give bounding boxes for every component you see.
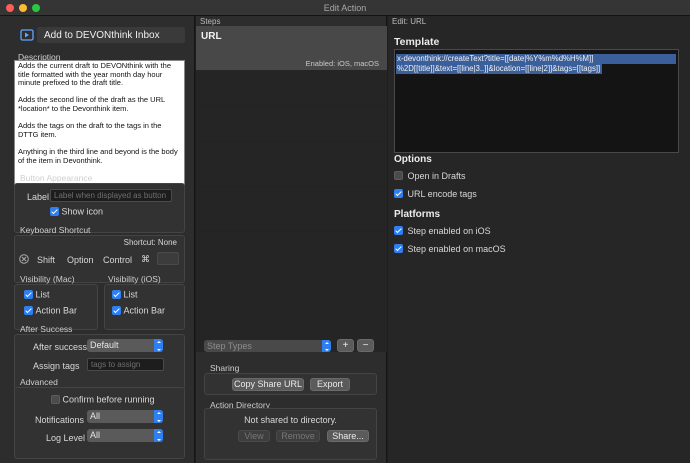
advanced-label: Advanced — [20, 377, 58, 387]
remove-directory-button[interactable]: Remove — [276, 430, 320, 442]
action-settings-panel: Add to DEVONthink Inbox Description Adds… — [0, 16, 195, 463]
description-text: Adds the current draft to DEVONthink wit… — [18, 61, 178, 165]
command-modifier[interactable]: ⌘ — [141, 254, 150, 265]
editor-header: Edit: URL — [392, 17, 427, 26]
after-success-select[interactable]: Default — [87, 339, 163, 352]
steps-panel: Steps URL Enabled: iOS, macOS Step Types… — [196, 16, 387, 463]
log-level-value: All — [90, 430, 101, 440]
view-button[interactable]: View — [238, 430, 270, 442]
log-level-chevron-icon — [154, 429, 163, 442]
template-line-2: %2D[[title]]&text=[[line|3..]]&location=… — [396, 64, 603, 74]
button-appearance-label: Button Appearance — [20, 173, 93, 183]
show-icon-label: Show icon — [61, 206, 104, 217]
control-modifier[interactable]: Control — [103, 255, 132, 265]
ios-list-label: List — [123, 289, 138, 300]
step-editor-panel: Edit: URL Template x-devonthink://create… — [388, 16, 690, 463]
action-name: Add to DEVONthink Inbox — [44, 30, 160, 41]
notifications-select[interactable]: All — [87, 410, 163, 423]
visibility-ios-label: Visibility (iOS) — [108, 274, 161, 284]
step-item[interactable]: URL Enabled: iOS, macOS — [196, 26, 387, 70]
assign-tags-placeholder: tags to assign — [91, 360, 141, 369]
show-icon-check[interactable] — [50, 207, 59, 217]
remove-step-button[interactable]: − — [357, 339, 374, 352]
confirm-before-running-label: Confirm before running — [62, 394, 155, 405]
ios-action-bar-label: Action Bar — [123, 305, 166, 316]
step-macos-label: Step enabled on macOS — [407, 243, 506, 254]
empty-step-row — [196, 187, 387, 232]
platforms-label: Platforms — [394, 209, 441, 220]
log-level-select[interactable]: All — [87, 429, 163, 442]
steps-header: Steps — [200, 17, 221, 26]
copy-share-url-button[interactable]: Copy Share URL — [232, 378, 304, 391]
log-level-caption: Log Level — [46, 433, 86, 443]
step-types-select[interactable]: Step Types — [204, 340, 331, 352]
mac-action-bar-checkbox[interactable]: Action Bar — [24, 305, 77, 316]
empty-step-row — [196, 70, 387, 106]
show-icon-checkbox[interactable]: Show icon — [50, 206, 103, 217]
button-label-caption: Label — [27, 192, 50, 202]
shortcut-status: Shortcut: None — [123, 238, 177, 247]
after-success-caption: After success — [33, 342, 88, 352]
mac-action-bar-label: Action Bar — [35, 305, 78, 316]
after-success-value: Default — [90, 340, 119, 350]
options-label: Options — [394, 154, 432, 165]
template-editor[interactable]: x-devonthink://createText?title=[[date|%… — [394, 49, 679, 153]
open-in-drafts-label: Open in Drafts — [407, 170, 466, 181]
notifications-caption: Notifications — [35, 415, 85, 425]
step-ios-check[interactable] — [394, 226, 403, 236]
open-in-drafts-checkbox[interactable]: Open in Drafts — [394, 170, 466, 181]
assign-tags-input[interactable]: tags to assign — [87, 358, 164, 371]
clear-shortcut-icon[interactable] — [19, 254, 29, 264]
sharing-label: Sharing — [210, 363, 240, 373]
option-modifier[interactable]: Option — [67, 255, 94, 265]
confirm-before-running-checkbox[interactable]: Confirm before running — [51, 394, 155, 405]
step-ios-label: Step enabled on iOS — [407, 225, 491, 236]
empty-step-row — [196, 106, 387, 142]
url-encode-tags-label: URL encode tags — [407, 188, 477, 199]
notifications-chevron-icon — [154, 410, 163, 423]
add-step-button[interactable]: + — [337, 339, 354, 352]
step-macos-checkbox[interactable]: Step enabled on macOS — [394, 243, 506, 254]
description-field[interactable]: Adds the current draft to DEVONthink wit… — [14, 60, 185, 185]
step-ios-checkbox[interactable]: Step enabled on iOS — [394, 225, 491, 236]
shift-modifier[interactable]: Shift — [37, 255, 55, 265]
mac-list-checkbox[interactable]: List — [24, 289, 50, 300]
template-label: Template — [394, 36, 440, 48]
template-line-1: x-devonthink://createText?title=[[date|%… — [396, 54, 676, 64]
title-bar: Edit Action — [0, 0, 690, 16]
action-name-field[interactable]: Add to DEVONthink Inbox — [37, 27, 185, 43]
url-encode-tags-check[interactable] — [394, 189, 403, 199]
mac-list-label: List — [35, 289, 50, 300]
assign-tags-caption: Assign tags — [33, 361, 80, 371]
ios-list-checkbox[interactable]: List — [112, 289, 138, 300]
steps-list: URL Enabled: iOS, macOS — [196, 26, 387, 352]
visibility-mac-label: Visibility (Mac) — [20, 274, 75, 284]
step-enabled-status: Enabled: iOS, macOS — [305, 59, 379, 68]
after-success-chevron-icon — [154, 339, 163, 352]
button-label-placeholder: Label when displayed as button — [54, 191, 167, 200]
step-types-value: Step Types — [207, 341, 252, 351]
step-macos-check[interactable] — [394, 244, 403, 254]
export-button[interactable]: Export — [310, 378, 350, 391]
ios-action-bar-checkbox[interactable]: Action Bar — [112, 305, 165, 316]
mac-action-bar-check[interactable] — [24, 306, 33, 316]
window-title: Edit Action — [323, 3, 367, 13]
share-button[interactable]: Share... — [327, 430, 369, 442]
action-icon[interactable] — [20, 29, 34, 41]
keyboard-shortcut-label: Keyboard Shortcut — [20, 225, 91, 235]
step-name: URL — [201, 31, 222, 42]
after-success-label: After Success — [20, 324, 73, 334]
notifications-value: All — [90, 411, 101, 421]
empty-step-row — [196, 142, 387, 187]
confirm-before-running-check[interactable] — [51, 395, 60, 405]
directory-status: Not shared to directory. — [244, 415, 337, 425]
open-in-drafts-check[interactable] — [394, 171, 403, 181]
ios-action-bar-check[interactable] — [112, 306, 121, 316]
mac-list-check[interactable] — [24, 290, 33, 300]
url-encode-tags-checkbox[interactable]: URL encode tags — [394, 188, 477, 199]
button-label-input[interactable]: Label when displayed as button — [50, 189, 172, 202]
step-types-chevron-icon — [322, 340, 331, 352]
ios-list-check[interactable] — [112, 290, 121, 300]
shortcut-key-input[interactable] — [157, 252, 179, 265]
